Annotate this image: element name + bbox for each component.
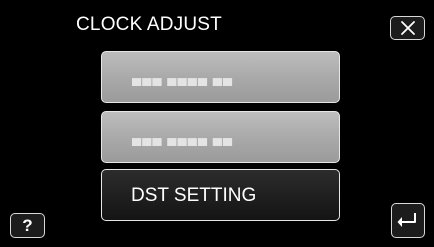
dst-setting-button[interactable]: DST SETTING bbox=[101, 169, 340, 221]
close-icon bbox=[400, 21, 415, 35]
back-button[interactable] bbox=[391, 203, 425, 238]
menu-item-1[interactable]: ▄▄▄ ▄▄▄▄ ▄▄ bbox=[101, 51, 340, 103]
help-button[interactable]: ? bbox=[10, 213, 45, 238]
menu-item-2[interactable]: ▄▄▄ ▄▄▄▄ ▄▄ bbox=[101, 111, 340, 163]
dst-setting-label: DST SETTING bbox=[131, 184, 257, 206]
return-icon bbox=[397, 212, 416, 227]
page-title: CLOCK ADJUST bbox=[76, 14, 222, 35]
menu-item-1-label: ▄▄▄ ▄▄▄▄ ▄▄ bbox=[132, 69, 234, 85]
menu-item-2-label: ▄▄▄ ▄▄▄▄ ▄▄ bbox=[132, 129, 234, 145]
close-button[interactable] bbox=[390, 16, 425, 40]
help-icon: ? bbox=[22, 216, 33, 235]
